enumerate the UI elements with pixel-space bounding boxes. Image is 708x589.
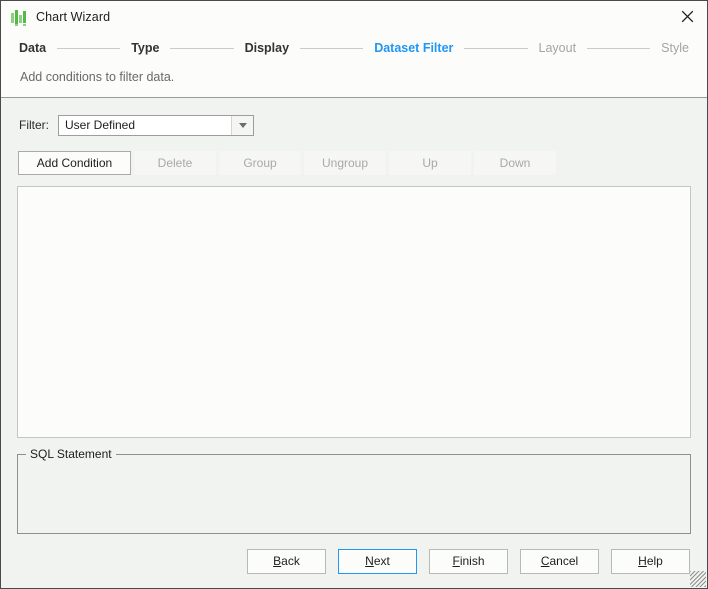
wizard-step-type[interactable]: Type: [131, 41, 159, 55]
instruction-text: Add conditions to filter data.: [20, 70, 174, 84]
chevron-down-icon[interactable]: [231, 116, 253, 135]
close-icon[interactable]: [667, 1, 707, 32]
next-button[interactable]: Next: [338, 549, 417, 574]
button-label-part: ack: [281, 554, 300, 568]
group-button[interactable]: Group: [219, 151, 301, 175]
wizard-step-data[interactable]: Data: [19, 41, 46, 55]
filter-label: Filter:: [19, 118, 49, 132]
mnemonic-letter: C: [541, 554, 550, 568]
mnemonic-letter: F: [452, 554, 459, 568]
step-separator: [464, 48, 527, 49]
step-separator: [300, 48, 363, 49]
wizard-header: Data Type Display Dataset Filter Layout …: [1, 33, 707, 98]
step-separator: [57, 48, 120, 49]
button-label-part: elp: [647, 554, 663, 568]
mnemonic-letter: N: [365, 554, 374, 568]
button-label-part: inish: [460, 554, 485, 568]
up-button[interactable]: Up: [389, 151, 471, 175]
back-button[interactable]: Back: [247, 549, 326, 574]
mnemonic-letter: B: [273, 554, 281, 568]
bar-chart-icon: [10, 9, 27, 26]
sql-statement-group: SQL Statement: [17, 454, 691, 534]
sql-statement-text: [19, 456, 689, 532]
wizard-step-display[interactable]: Display: [245, 41, 289, 55]
window-title: Chart Wizard: [36, 10, 110, 24]
wizard-step-style[interactable]: Style: [661, 41, 689, 55]
resize-grip-icon[interactable]: [690, 571, 706, 587]
finish-button[interactable]: Finish: [429, 549, 508, 574]
delete-button[interactable]: Delete: [134, 151, 216, 175]
add-condition-button[interactable]: Add Condition: [18, 151, 131, 175]
help-button[interactable]: Help: [611, 549, 690, 574]
dialog-footer: Back Next Finish Cancel Help: [1, 534, 707, 588]
step-separator: [587, 48, 650, 49]
chart-wizard-dialog: Chart Wizard Data Type Display Dataset F…: [0, 0, 708, 589]
title-bar: Chart Wizard: [1, 1, 707, 33]
step-separator: [170, 48, 233, 49]
wizard-step-layout[interactable]: Layout: [539, 41, 577, 55]
button-label-part: ancel: [549, 554, 578, 568]
filter-select[interactable]: User Defined: [58, 115, 254, 136]
cancel-button[interactable]: Cancel: [520, 549, 599, 574]
filter-row: Filter: User Defined: [1, 98, 707, 138]
mnemonic-letter: H: [638, 554, 647, 568]
conditions-list[interactable]: [17, 186, 691, 438]
ungroup-button[interactable]: Ungroup: [304, 151, 386, 175]
wizard-step-dataset-filter[interactable]: Dataset Filter: [374, 41, 453, 55]
wizard-steps: Data Type Display Dataset Filter Layout …: [1, 33, 707, 63]
filter-select-value: User Defined: [59, 118, 135, 132]
conditions-toolbar: Add Condition Delete Group Ungroup Up Do…: [1, 138, 707, 175]
button-label-part: ext: [374, 554, 390, 568]
down-button[interactable]: Down: [474, 151, 556, 175]
